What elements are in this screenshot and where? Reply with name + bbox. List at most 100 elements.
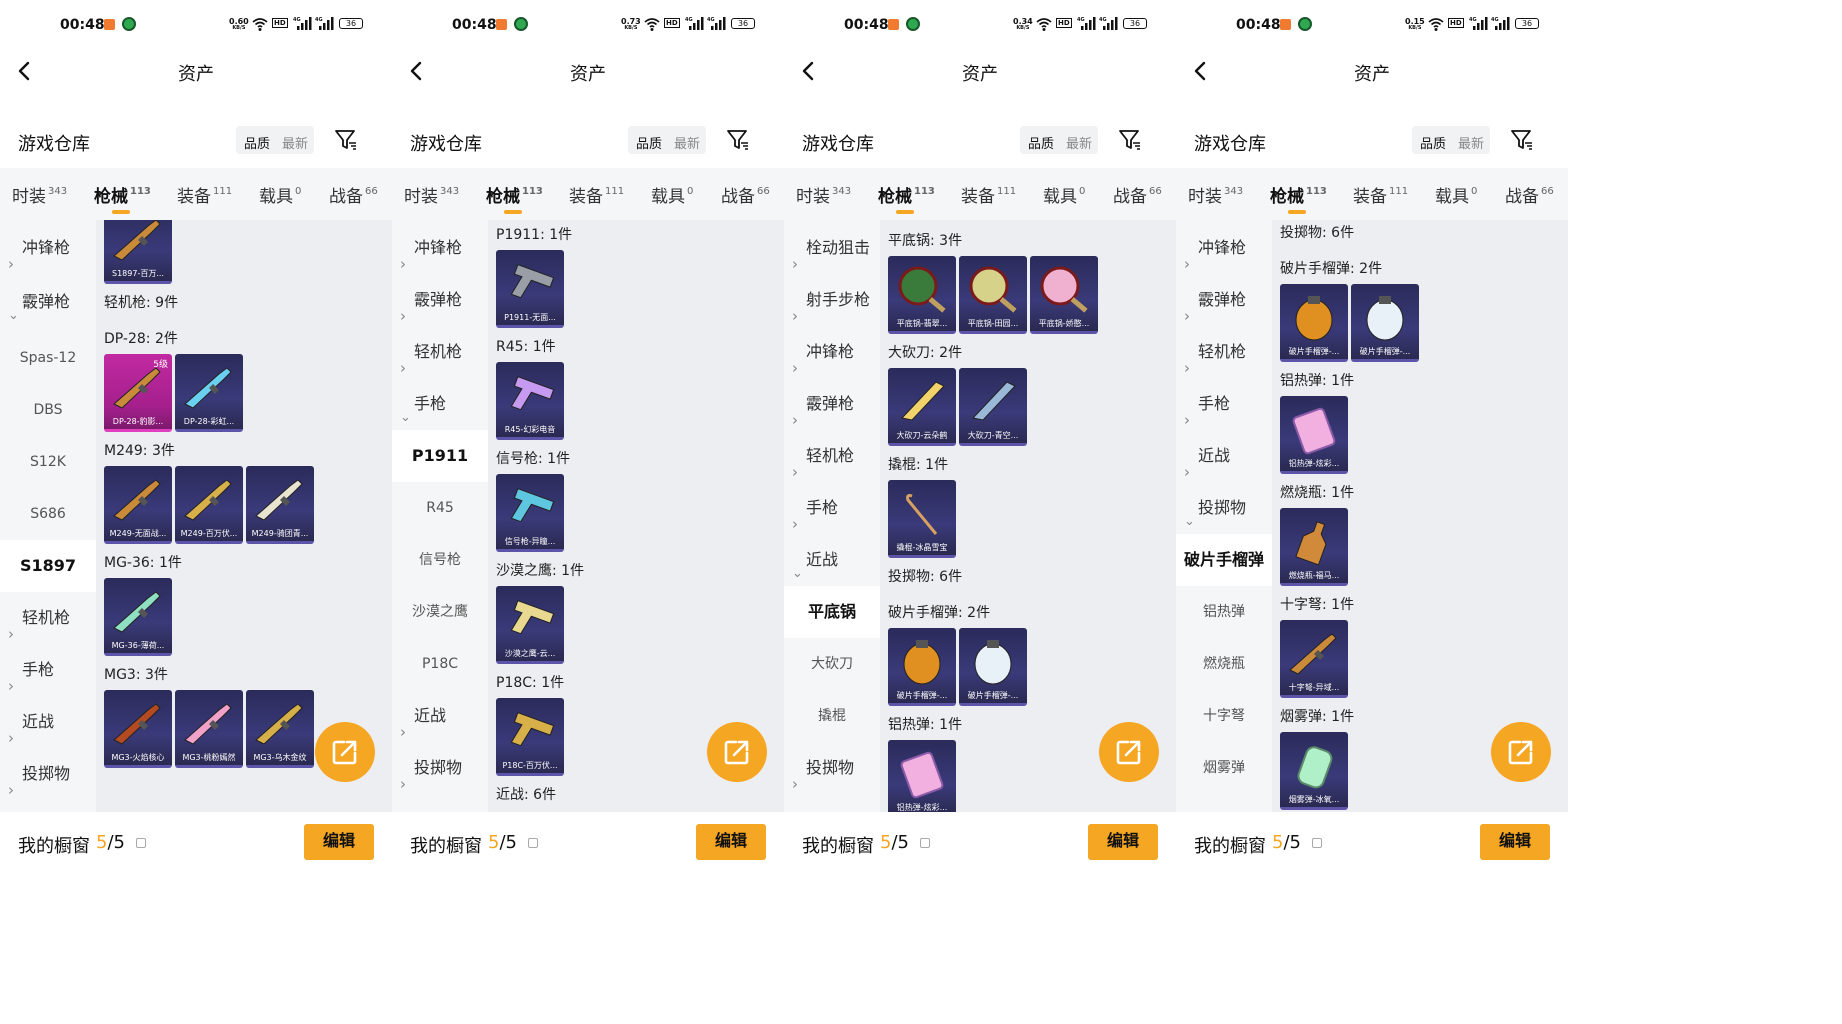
sort-quality-button[interactable]: 品质 — [636, 133, 662, 152]
edit-button[interactable]: 编辑 — [696, 824, 766, 860]
item-card[interactable]: 平底锅-田园... — [959, 256, 1027, 334]
sidebar-item[interactable]: 铝热弹 — [1176, 586, 1272, 638]
sidebar-item[interactable]: › 手枪 — [1176, 378, 1272, 430]
sort-quality-button[interactable]: 品质 — [244, 133, 270, 152]
filter-icon[interactable] — [1510, 128, 1534, 152]
item-card[interactable]: 平底锅-娇憨... — [1030, 256, 1098, 334]
item-card[interactable]: 信号枪-异瞳... — [496, 474, 564, 552]
edit-button[interactable]: 编辑 — [1480, 824, 1550, 860]
item-card[interactable]: MG3-乌木金纹 — [246, 690, 314, 768]
sidebar-item[interactable]: › 冲锋枪 — [0, 222, 96, 274]
item-card[interactable]: 破片手榴弹-... — [888, 628, 956, 706]
item-card[interactable]: 大砍刀-青空... — [959, 368, 1027, 446]
tab-1[interactable]: 枪械 113 — [94, 182, 151, 214]
item-card[interactable]: 沙漠之鹰-云... — [496, 586, 564, 664]
item-card[interactable]: 破片手榴弹-... — [1351, 284, 1419, 362]
sidebar-item[interactable]: › 轻机枪 — [0, 592, 96, 644]
sidebar-item[interactable]: › 近战 — [1176, 430, 1272, 482]
sidebar-item[interactable]: ⌄ 手枪 — [392, 378, 488, 430]
item-card[interactable]: 破片手榴弹-... — [1280, 284, 1348, 362]
sidebar-item[interactable]: S686 — [0, 488, 96, 540]
sidebar-item[interactable]: › 投掷物 — [784, 742, 880, 794]
sidebar-item[interactable]: › 投掷物 — [0, 748, 96, 800]
item-card[interactable]: DP-28-彩虹... — [175, 354, 243, 432]
item-card[interactable]: 平底锅-翡翠... — [888, 256, 956, 334]
sidebar-item[interactable]: 平底锅 — [784, 586, 880, 638]
item-card[interactable]: M249-骑团青... — [246, 466, 314, 544]
sidebar-item[interactable]: › 霰弹枪 — [784, 378, 880, 430]
tab-0[interactable]: 时装 343 — [12, 182, 67, 207]
sidebar-item[interactable]: DBS — [0, 384, 96, 436]
sidebar-item[interactable]: 信号枪 — [392, 534, 488, 586]
item-card[interactable]: P18C-百万伏... — [496, 698, 564, 776]
item-card[interactable]: MG3-桃粉嫣然 — [175, 690, 243, 768]
sidebar-item[interactable]: 破片手榴弹 — [1176, 534, 1272, 586]
sidebar-item[interactable]: ⌄ 霰弹枪 — [0, 276, 96, 328]
share-button[interactable] — [707, 722, 767, 782]
sidebar-item[interactable]: › 栓动狙击 — [784, 222, 880, 274]
tab-2[interactable]: 装备 111 — [177, 182, 232, 207]
item-card[interactable]: R45-幻彩电音 — [496, 362, 564, 440]
sidebar-item[interactable]: Spas-12 — [0, 332, 96, 384]
sort-quality-button[interactable]: 品质 — [1028, 133, 1054, 152]
filter-icon[interactable] — [334, 128, 358, 152]
item-card[interactable]: 撬棍-冰晶雪宝 — [888, 480, 956, 558]
sidebar-item[interactable]: › 轻机枪 — [392, 326, 488, 378]
sidebar-item[interactable]: › 冲锋枪 — [392, 222, 488, 274]
item-card[interactable]: 破片手榴弹-... — [959, 628, 1027, 706]
item-card[interactable]: 十字弩-异域... — [1280, 620, 1348, 698]
item-card[interactable]: 5级 DP-28-豹影... — [104, 354, 172, 432]
item-card[interactable]: S1897-百万... — [104, 220, 172, 284]
filter-icon[interactable] — [1118, 128, 1142, 152]
sidebar-item[interactable]: › 霰弹枪 — [1176, 274, 1272, 326]
tab-4[interactable]: 战备 66 — [721, 182, 770, 207]
tab-2[interactable]: 装备 111 — [961, 182, 1016, 207]
sidebar-item[interactable]: › 轻机枪 — [1176, 326, 1272, 378]
sidebar-item[interactable]: › 射手步枪 — [784, 274, 880, 326]
sidebar-item[interactable]: 大砍刀 — [784, 638, 880, 690]
filter-icon[interactable] — [726, 128, 750, 152]
sidebar-item[interactable]: › 投掷物 — [392, 742, 488, 794]
sidebar-item[interactable]: › 霰弹枪 — [392, 274, 488, 326]
item-card[interactable]: 烟雾弹-冰氧... — [1280, 732, 1348, 810]
tab-4[interactable]: 战备 66 — [1505, 182, 1554, 207]
sidebar-item[interactable]: 十字弩 — [1176, 690, 1272, 742]
sidebar-item[interactable]: › 手枪 — [784, 482, 880, 534]
share-button[interactable] — [1099, 722, 1159, 782]
tab-4[interactable]: 战备 66 — [1113, 182, 1162, 207]
item-card[interactable]: MG3-火焰核心 — [104, 690, 172, 768]
item-card[interactable]: 铝热弹-炫彩... — [1280, 396, 1348, 474]
item-card[interactable]: MG-36-薄荷... — [104, 578, 172, 656]
sidebar-item[interactable]: › 冲锋枪 — [1176, 222, 1272, 274]
sidebar-item[interactable]: P18C — [392, 638, 488, 690]
sidebar-item[interactable]: 沙漠之鹰 — [392, 586, 488, 638]
sidebar-item[interactable]: › 冲锋枪 — [784, 326, 880, 378]
sidebar-item[interactable]: 烟雾弹 — [1176, 742, 1272, 794]
sort-latest-button[interactable]: 最新 — [1458, 133, 1484, 152]
sidebar-item[interactable]: › 手枪 — [0, 644, 96, 696]
tab-3[interactable]: 载具 0 — [1043, 182, 1085, 207]
sidebar-item[interactable]: P1911 — [392, 430, 488, 482]
sort-latest-button[interactable]: 最新 — [1066, 133, 1092, 152]
share-button[interactable] — [315, 722, 375, 782]
item-card[interactable]: M249-百万伏... — [175, 466, 243, 544]
sidebar-item[interactable]: S12K — [0, 436, 96, 488]
edit-button[interactable]: 编辑 — [1088, 824, 1158, 860]
tab-0[interactable]: 时装 343 — [1188, 182, 1243, 207]
tab-2[interactable]: 装备 111 — [1353, 182, 1408, 207]
sidebar-item[interactable]: ⌄ 近战 — [784, 534, 880, 586]
item-card[interactable]: 铝热弹-炫彩... — [888, 740, 956, 812]
edit-button[interactable]: 编辑 — [304, 824, 374, 860]
tab-3[interactable]: 载具 0 — [1435, 182, 1477, 207]
item-card[interactable]: 大砍刀-云朵鹤 — [888, 368, 956, 446]
sort-quality-button[interactable]: 品质 — [1420, 133, 1446, 152]
sort-latest-button[interactable]: 最新 — [282, 133, 308, 152]
item-card[interactable]: 燃烧瓶-福马... — [1280, 508, 1348, 586]
sidebar-item[interactable]: › 近战 — [0, 696, 96, 748]
sidebar-item[interactable]: S1897 — [0, 540, 96, 592]
tab-3[interactable]: 载具 0 — [259, 182, 301, 207]
sidebar-item[interactable]: 撬棍 — [784, 690, 880, 742]
sidebar-item[interactable]: ⌄ 投掷物 — [1176, 482, 1272, 534]
item-card[interactable]: M249-无面战... — [104, 466, 172, 544]
tab-3[interactable]: 载具 0 — [651, 182, 693, 207]
